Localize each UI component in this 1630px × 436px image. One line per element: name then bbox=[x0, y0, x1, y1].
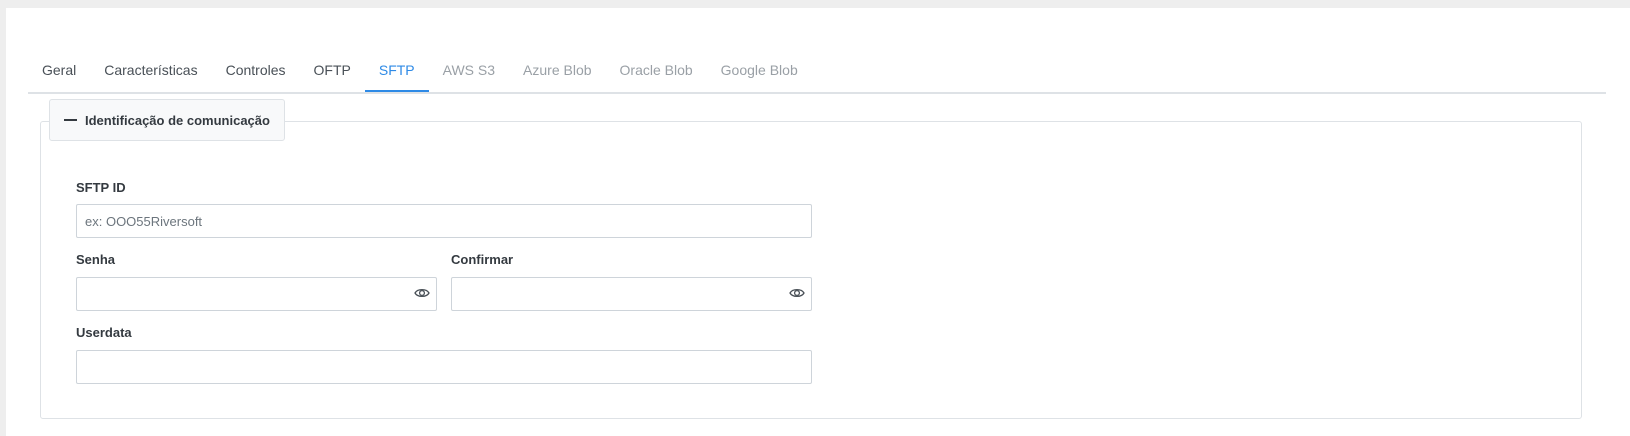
confirmar-input[interactable] bbox=[451, 277, 812, 311]
userdata-label: Userdata bbox=[76, 325, 132, 340]
eye-icon[interactable] bbox=[414, 285, 430, 301]
minus-icon bbox=[64, 119, 77, 121]
section-toggle[interactable]: Identificação de comunicação bbox=[49, 99, 285, 141]
tab-aws-s3[interactable]: AWS S3 bbox=[429, 50, 509, 92]
section-title: Identificação de comunicação bbox=[85, 112, 270, 128]
eye-icon[interactable] bbox=[789, 285, 805, 301]
tab-azure-blob[interactable]: Azure Blob bbox=[509, 50, 605, 92]
sftp-id-input[interactable] bbox=[76, 204, 812, 238]
tab-google-blob[interactable]: Google Blob bbox=[707, 50, 812, 92]
tab-oracle-blob[interactable]: Oracle Blob bbox=[606, 50, 707, 92]
senha-label: Senha bbox=[76, 252, 116, 267]
tab-oftp[interactable]: OFTP bbox=[300, 50, 365, 92]
tab-sftp[interactable]: SFTP bbox=[364, 50, 429, 92]
tab-controles[interactable]: Controles bbox=[212, 50, 300, 92]
tab-bar: Geral Características Controles OFTP SFT… bbox=[28, 50, 1606, 94]
tab-caracteristicas[interactable]: Características bbox=[90, 50, 211, 92]
sftp-id-label: SFTP ID bbox=[76, 180, 126, 195]
userdata-input[interactable] bbox=[76, 350, 812, 384]
confirmar-label: Confirmar bbox=[451, 252, 514, 267]
tab-geral[interactable]: Geral bbox=[28, 50, 90, 92]
senha-input[interactable] bbox=[76, 277, 437, 311]
